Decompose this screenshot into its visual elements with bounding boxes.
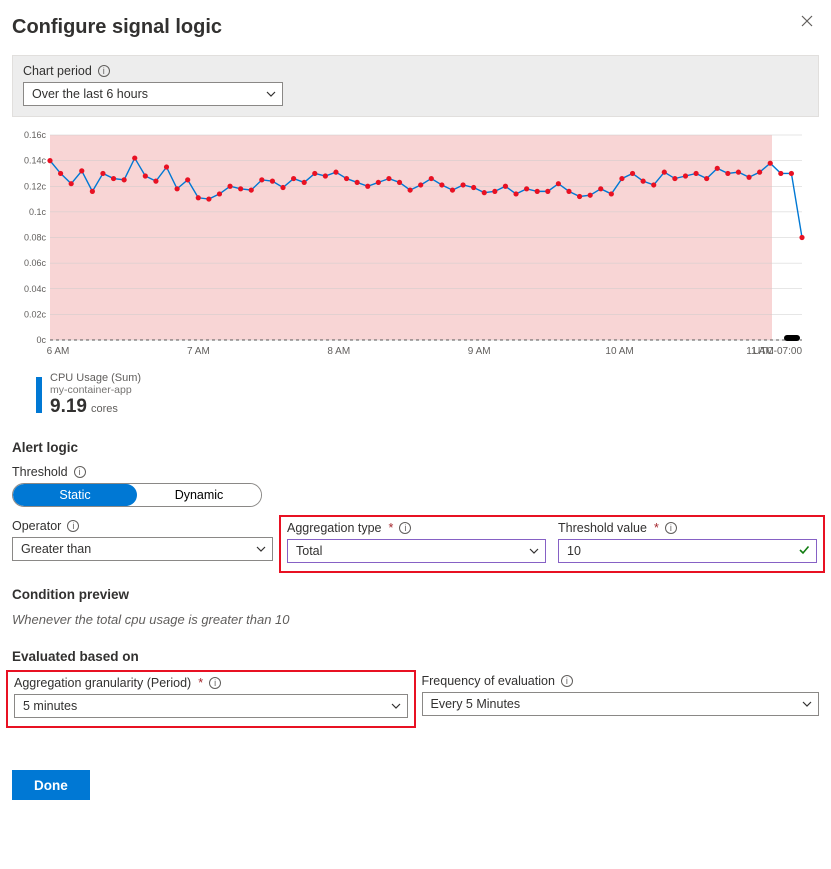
svg-text:6 AM: 6 AM [47,346,70,357]
condition-preview-text: Whenever the total cpu usage is greater … [12,612,819,627]
svg-text:0c: 0c [36,335,46,345]
check-icon [798,544,810,559]
chevron-down-icon [802,699,812,709]
granularity-label-text: Aggregation granularity (Period) [14,676,191,690]
svg-text:0.14c: 0.14c [24,156,47,166]
info-icon[interactable]: i [74,466,86,478]
legend-resource-name: my-container-app [50,384,141,396]
frequency-label-text: Frequency of evaluation [422,674,555,688]
operator-field: Operator i Greater than [12,519,273,565]
agg-type-value: Total [296,544,322,558]
info-icon[interactable]: i [399,522,411,534]
required-star: * [198,676,203,690]
required-star: * [654,521,659,535]
svg-text:0.16c: 0.16c [24,131,47,140]
chevron-down-icon [529,546,539,556]
operator-label-text: Operator [12,519,61,533]
legend-color-bar [36,377,42,413]
chevron-down-icon [266,89,276,99]
svg-text:0.08c: 0.08c [24,233,47,243]
operator-label: Operator i [12,519,273,533]
threshold-field-label: Threshold i [12,465,819,479]
frequency-field: Frequency of evaluation i Every 5 Minute… [422,674,820,720]
threshold-toggle-static[interactable]: Static [13,484,137,506]
chart-period-bar: Chart period i Over the last 6 hours [12,55,819,117]
svg-text:0.1c: 0.1c [29,207,47,217]
svg-text:7 AM: 7 AM [187,346,210,357]
alert-logic-heading: Alert logic [12,440,819,455]
threshold-toggle: StaticDynamic [12,483,262,507]
threshold-label-text: Threshold [12,465,68,479]
threshold-value-label-text: Threshold value [558,521,647,535]
svg-text:0.04c: 0.04c [24,284,47,294]
granularity-field: Aggregation granularity (Period) * i 5 mi… [6,670,416,728]
agg-type-label: Aggregation type * i [287,521,546,535]
threshold-value-text: 10 [567,544,581,558]
chart-svg: 0c 0.02c 0.04c 0.06c 0.08c 0.1c 0.12c 0.14c 0.16… [12,131,812,366]
frequency-label: Frequency of evaluation i [422,674,820,688]
threshold-toggle-dynamic[interactable]: Dynamic [137,484,261,506]
granularity-label: Aggregation granularity (Period) * i [14,676,408,690]
chevron-down-icon [256,544,266,554]
evaluated-heading: Evaluated based on [12,649,819,664]
agg-type-label-text: Aggregation type [287,521,382,535]
chart-period-label: Chart period i [23,64,808,78]
threshold-value-label: Threshold value * i [558,521,817,535]
threshold-value-input[interactable]: 10 [558,539,817,563]
svg-text:0.02c: 0.02c [24,309,47,319]
svg-text:8 AM: 8 AM [327,346,350,357]
svg-text:10 AM: 10 AM [605,346,633,357]
agg-type-select[interactable]: Total [287,539,546,563]
page-title: Configure signal logic [12,16,222,39]
info-icon[interactable]: i [98,65,110,77]
info-icon[interactable]: i [561,675,573,687]
chart-period-value: Over the last 6 hours [32,87,148,101]
operator-select[interactable]: Greater than [12,537,273,561]
legend-value: 9.19 [50,396,87,418]
required-star: * [389,521,394,535]
svg-text:9 AM: 9 AM [468,346,491,357]
condition-preview-heading: Condition preview [12,587,819,602]
close-button[interactable] [795,10,819,36]
operator-value: Greater than [21,542,91,556]
chevron-down-icon [391,701,401,711]
svg-text:UTC-07:00: UTC-07:00 [753,346,802,357]
done-button[interactable]: Done [12,770,90,800]
metric-chart: 0c 0.02c 0.04c 0.06c 0.08c 0.1c 0.12c 0.14c 0.16… [12,131,819,418]
close-icon [801,15,813,27]
granularity-select[interactable]: 5 minutes [14,694,408,718]
frequency-value: Every 5 Minutes [431,697,521,711]
legend-unit: cores [91,403,118,415]
aggregation-type-field: Aggregation type * i Total Threshold valu… [279,515,825,573]
info-icon[interactable]: i [665,522,677,534]
info-icon[interactable]: i [67,520,79,532]
svg-text:0.12c: 0.12c [24,181,47,191]
chart-period-label-text: Chart period [23,64,92,78]
svg-text:0.06c: 0.06c [24,258,47,268]
granularity-value: 5 minutes [23,699,77,713]
legend-signal-name: CPU Usage (Sum) [50,372,141,384]
info-icon[interactable]: i [209,677,221,689]
frequency-select[interactable]: Every 5 Minutes [422,692,820,716]
chart-period-select[interactable]: Over the last 6 hours [23,82,283,106]
